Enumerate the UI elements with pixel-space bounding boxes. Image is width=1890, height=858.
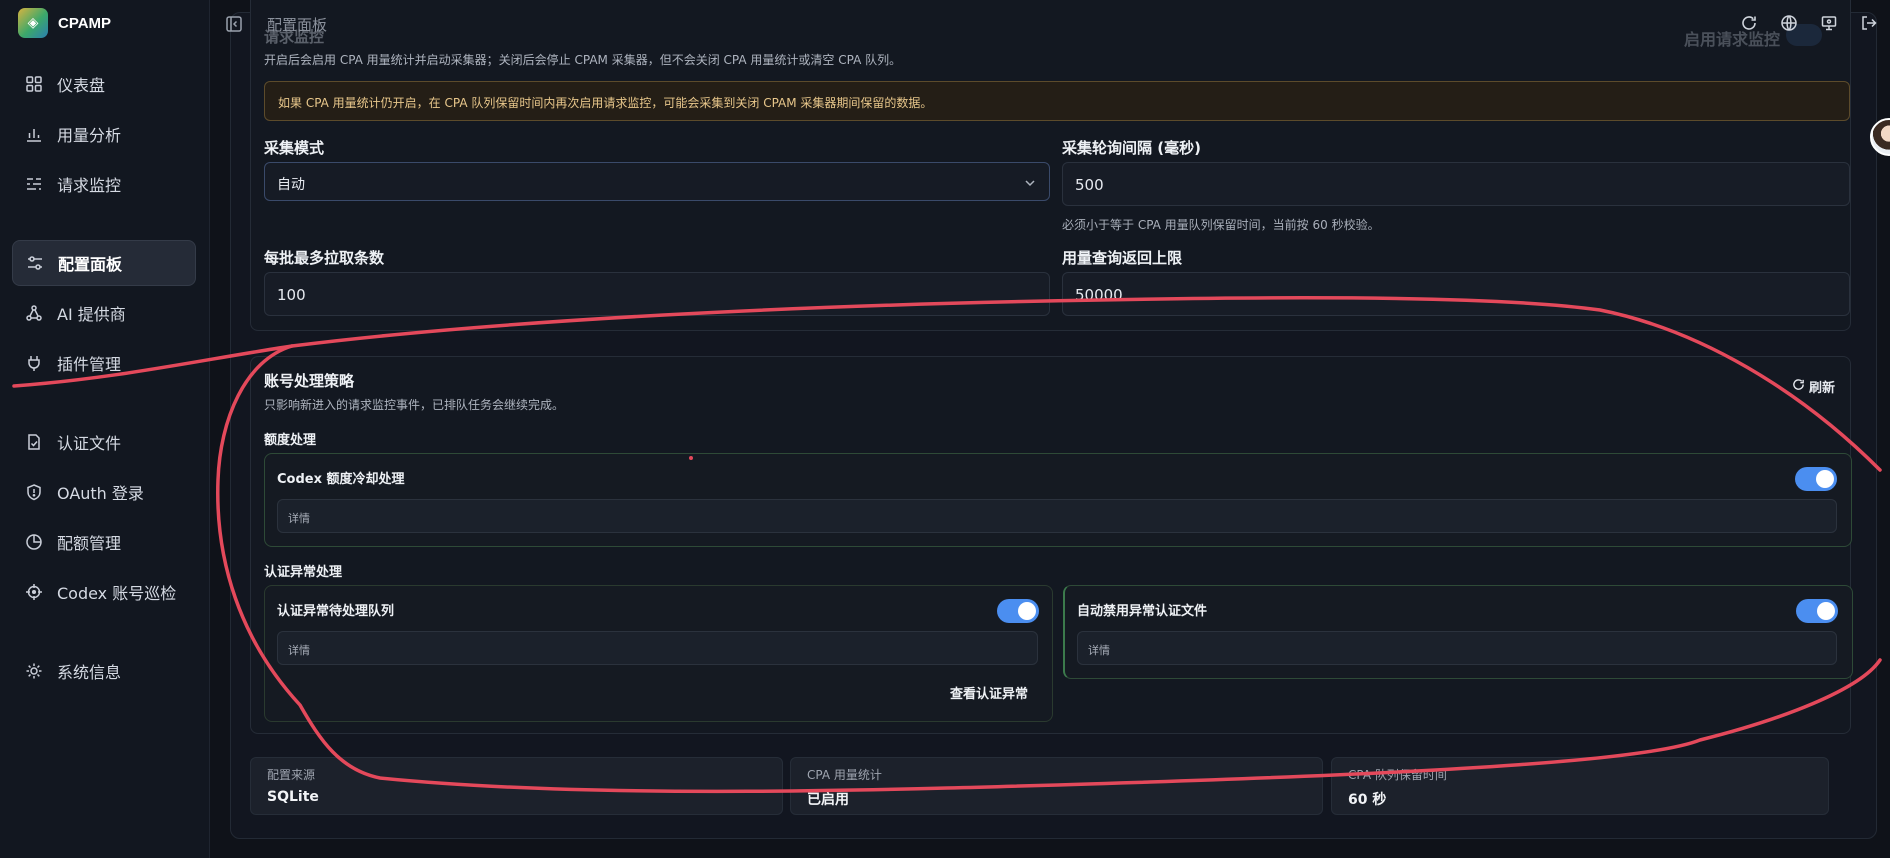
sidebar-item-ai-provider[interactable]: AI 提供商 bbox=[12, 290, 196, 336]
auth-queue-detail[interactable]: 详情 bbox=[277, 631, 1038, 665]
view-auth-errors-button[interactable]: 查看认证异常 bbox=[950, 683, 1028, 702]
sidebar-item-label: Codex 账号巡检 bbox=[57, 584, 177, 603]
stat-key: CPA 队列保留时间 bbox=[1348, 768, 1447, 782]
batch-label: 每批最多拉取条数 bbox=[264, 249, 385, 267]
limit-label: 用量查询返回上限 bbox=[1062, 249, 1183, 267]
mode-select-value: 自动 bbox=[277, 177, 305, 193]
codex-quota-title: Codex 额度冷却处理 bbox=[277, 472, 405, 487]
brand-logo-icon: ◈ bbox=[18, 8, 48, 38]
sidebar-item-label: 插件管理 bbox=[57, 355, 122, 374]
refresh-page-icon[interactable] bbox=[1740, 14, 1758, 32]
stat-value: 60 秒 bbox=[1348, 792, 1387, 808]
pie-icon bbox=[25, 533, 43, 551]
sidebar-item-codex-patrol[interactable]: Codex 账号巡检 bbox=[12, 569, 196, 615]
sidebar-item-label: 认证文件 bbox=[57, 434, 122, 453]
brand[interactable]: ◈ CPAMP bbox=[18, 8, 111, 38]
codex-quota-toggle[interactable] bbox=[1795, 467, 1837, 491]
policy-title: 账号处理策略 bbox=[264, 372, 355, 390]
sliders-icon bbox=[26, 254, 44, 272]
sidebar-collapse-icon[interactable] bbox=[225, 15, 243, 33]
crosshair-icon bbox=[25, 583, 43, 601]
sidebar-item-oauth[interactable]: OAuth 登录 bbox=[12, 469, 196, 515]
auth-queue-toggle[interactable] bbox=[997, 599, 1039, 623]
sidebar-item-label: 用量分析 bbox=[57, 126, 122, 145]
sidebar-item-config[interactable]: 配置面板 bbox=[12, 240, 196, 286]
batch-input[interactable]: 100 bbox=[264, 272, 1050, 316]
stat-key: CPA 用量统计 bbox=[807, 768, 882, 782]
sidebar-item-label: 仪表盘 bbox=[57, 76, 106, 95]
chevron-down-icon bbox=[1023, 176, 1037, 190]
limit-input[interactable]: 50000 bbox=[1062, 272, 1850, 316]
globe-icon[interactable] bbox=[1780, 14, 1798, 32]
dashboard-icon bbox=[25, 75, 43, 93]
sidebar-item-label: 配置面板 bbox=[58, 255, 123, 274]
policy-description: 只影响新进入的请求监控事件，已排队任务会继续完成。 bbox=[264, 398, 565, 412]
sidebar-item-quota[interactable]: 配额管理 bbox=[12, 519, 196, 565]
stat-queue-retention: CPA 队列保留时间 60 秒 bbox=[1331, 757, 1829, 815]
refresh-icon bbox=[1792, 378, 1805, 395]
file-check-icon bbox=[25, 433, 43, 451]
stat-value: 已启用 bbox=[807, 792, 849, 808]
mode-label: 采集模式 bbox=[264, 139, 325, 157]
mode-select[interactable]: 自动 bbox=[264, 162, 1050, 201]
auth-section-title: 认证异常处理 bbox=[264, 565, 343, 580]
sidebar: ◈ CPAMP 仪表盘 用量分析 请求监控 配置面板 AI 提供商 插件管理 认… bbox=[0, 0, 210, 858]
auto-disable-card: 自动禁用异常认证文件 详情 bbox=[1063, 585, 1853, 679]
sidebar-item-label: OAuth 登录 bbox=[57, 484, 144, 503]
sidebar-item-auth-files[interactable]: 认证文件 bbox=[12, 419, 196, 465]
annotation-dot bbox=[689, 456, 693, 460]
sidebar-item-label: 请求监控 bbox=[57, 176, 122, 195]
interval-hint: 必须小于等于 CPA 用量队列保留时间，当前按 60 秒校验。 bbox=[1062, 218, 1380, 232]
sidebar-item-label: 系统信息 bbox=[57, 663, 122, 682]
top-actions bbox=[1740, 14, 1878, 32]
network-icon bbox=[25, 304, 43, 322]
auto-disable-toggle[interactable] bbox=[1796, 599, 1838, 623]
interval-label: 采集轮询间隔 (毫秒) bbox=[1062, 139, 1201, 157]
codex-quota-card: Codex 额度冷却处理 详情 bbox=[264, 453, 1852, 547]
refresh-button[interactable]: 刷新 bbox=[1792, 377, 1835, 396]
breadcrumb: 配置面板 bbox=[267, 16, 328, 34]
logout-icon[interactable] bbox=[1860, 14, 1878, 32]
sidebar-item-system-info[interactable]: 系统信息 bbox=[12, 648, 196, 694]
sidebar-item-monitor[interactable]: 请求监控 bbox=[12, 161, 196, 207]
activity-icon bbox=[25, 175, 43, 193]
stat-config-source: 配置来源 SQLite bbox=[250, 757, 783, 815]
auth-queue-title: 认证异常待处理队列 bbox=[277, 604, 395, 619]
auto-disable-detail[interactable]: 详情 bbox=[1077, 631, 1837, 665]
sidebar-item-plugins[interactable]: 插件管理 bbox=[12, 340, 196, 386]
plug-icon bbox=[25, 354, 43, 372]
stat-cpa-usage: CPA 用量统计 已启用 bbox=[790, 757, 1323, 815]
auth-queue-card: 认证异常待处理队列 详情 查看认证异常 bbox=[264, 585, 1053, 722]
sidebar-item-usage[interactable]: 用量分析 bbox=[12, 111, 196, 157]
sidebar-item-dashboard[interactable]: 仪表盘 bbox=[12, 61, 196, 107]
topbar: 配置面板 bbox=[209, 0, 1890, 48]
refresh-label: 刷新 bbox=[1809, 381, 1836, 396]
monitor-icon[interactable] bbox=[1820, 14, 1838, 32]
quota-section-title: 额度处理 bbox=[264, 433, 317, 448]
sidebar-item-label: 配额管理 bbox=[57, 534, 122, 553]
interval-input[interactable]: 500 bbox=[1062, 162, 1850, 206]
auto-disable-title: 自动禁用异常认证文件 bbox=[1077, 604, 1208, 619]
shield-icon bbox=[25, 483, 43, 501]
warning-banner: 如果 CPA 用量统计仍开启，在 CPA 队列保留时间内再次启用请求监控，可能会… bbox=[264, 81, 1850, 121]
brand-name: CPAMP bbox=[58, 14, 112, 32]
stat-value: SQLite bbox=[267, 789, 319, 805]
request-monitor-description: 开启后会启用 CPA 用量统计并启动采集器；关闭后会停止 CPAM 采集器，但不… bbox=[264, 53, 902, 67]
sidebar-item-label: AI 提供商 bbox=[57, 305, 126, 324]
cpu-icon bbox=[25, 662, 43, 680]
stat-key: 配置来源 bbox=[267, 768, 316, 782]
bar-chart-icon bbox=[25, 125, 43, 143]
codex-quota-detail[interactable]: 详情 bbox=[277, 499, 1837, 533]
